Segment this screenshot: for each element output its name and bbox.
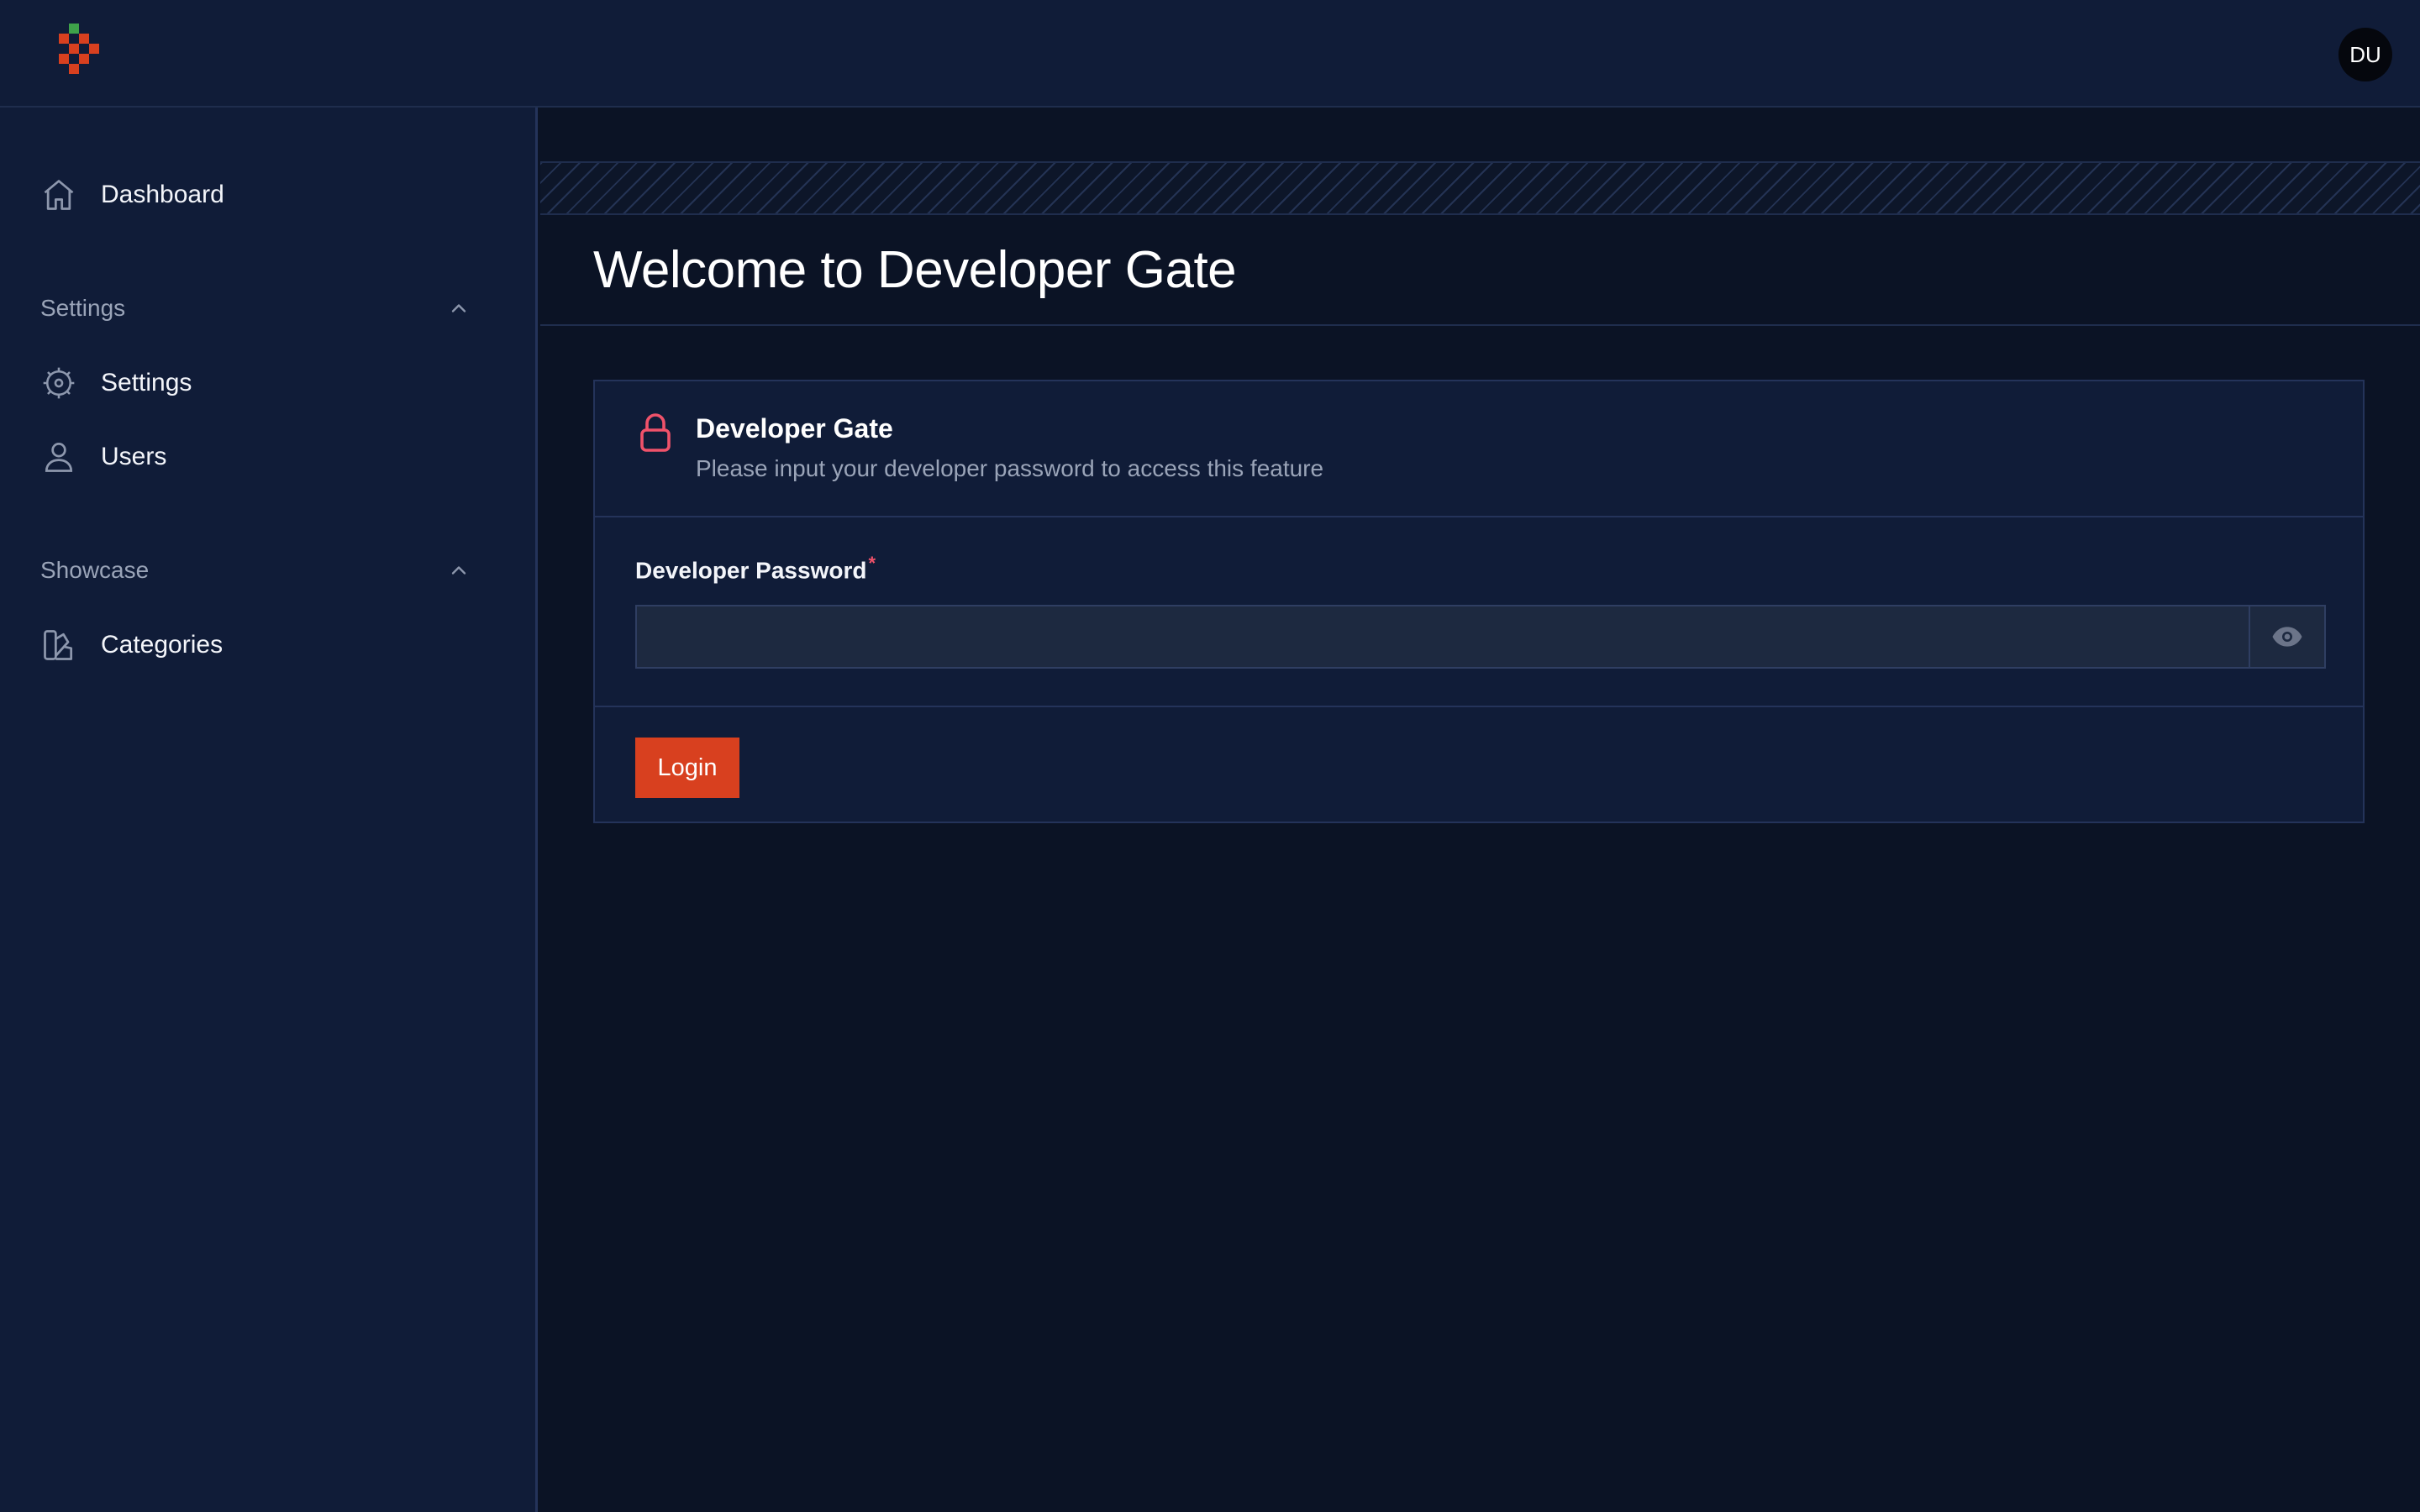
eye-icon[interactable] [2249, 606, 2324, 667]
top-bar: DU [0, 0, 2420, 108]
password-input[interactable] [637, 606, 2249, 667]
swatch-icon [40, 627, 77, 664]
password-label-text: Developer Password [635, 557, 867, 584]
checker-logo-icon[interactable] [55, 24, 106, 84]
sidebar-group-showcase[interactable]: Showcase [40, 549, 471, 591]
sidebar-item-label: Users [101, 443, 167, 470]
user-icon [40, 438, 77, 475]
sidebar-item-settings[interactable]: Settings [40, 358, 511, 408]
password-field-wrapper [635, 605, 2326, 669]
card-header: Developer Gate Please input your develop… [595, 381, 2363, 517]
sidebar-group-label: Showcase [40, 557, 150, 583]
app-root: DU Dashboard Settings Settings Users Sho… [0, 0, 2420, 1512]
lock-icon [639, 412, 672, 454]
password-label: Developer Password* [635, 553, 876, 584]
main-content: Welcome to Developer Gate Developer Gate… [540, 108, 2420, 1512]
sidebar-item-label: Categories [101, 631, 224, 659]
page-title: Welcome to Developer Gate [593, 241, 1237, 299]
hatch-banner [540, 161, 2420, 215]
sidebar-group-settings[interactable]: Settings [40, 287, 471, 329]
developer-gate-card: Developer Gate Please input your develop… [593, 380, 2365, 823]
card-description: Please input your developer password to … [696, 455, 1324, 481]
sidebar-item-users[interactable]: Users [40, 432, 511, 482]
home-icon [40, 176, 77, 213]
sidebar-item-dashboard[interactable]: Dashboard [40, 170, 511, 220]
required-marker: * [868, 553, 876, 574]
card-footer: Login [595, 709, 2363, 822]
sidebar: Dashboard Settings Settings Users Showca… [0, 108, 538, 1512]
sidebar-item-label: Dashboard [101, 181, 224, 208]
card-body: Developer Password* [595, 517, 2363, 707]
card-title: Developer Gate [696, 413, 893, 444]
avatar[interactable]: DU [2338, 28, 2392, 81]
sidebar-item-categories[interactable]: Categories [40, 620, 511, 670]
chevron-up-icon [447, 297, 471, 320]
sidebar-group-label: Settings [40, 295, 126, 321]
gear-icon [40, 365, 77, 402]
login-button[interactable]: Login [635, 738, 739, 798]
page-header: Welcome to Developer Gate [540, 215, 2420, 326]
chevron-up-icon [447, 559, 471, 582]
sidebar-item-label: Settings [101, 369, 192, 396]
